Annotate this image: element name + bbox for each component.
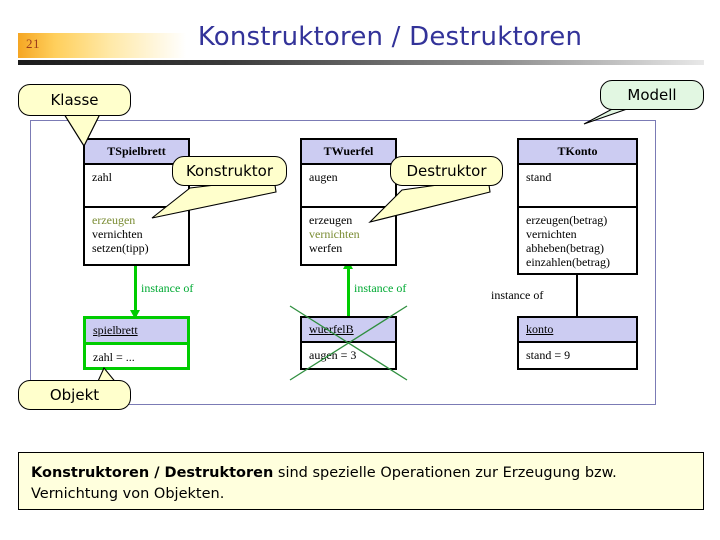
- operation-item: vernichten: [92, 227, 143, 242]
- class-name-tkonto: TKonto: [519, 140, 636, 165]
- operation-item: einzahlen(betrag): [526, 255, 610, 270]
- operation-item: vernichten: [526, 227, 577, 242]
- callout-klasse-label: Klasse: [50, 91, 99, 109]
- object-box-konto[interactable]: konto stand = 9: [517, 316, 638, 370]
- callout-klasse: Klasse: [18, 84, 131, 116]
- callout-objekt: Objekt: [18, 380, 131, 410]
- callout-modell-label: Modell: [627, 86, 677, 104]
- operation-item: abheben(betrag): [526, 241, 604, 256]
- object-name-spielbrett: spielbrett: [86, 319, 187, 345]
- class-attributes-tkonto: stand: [519, 165, 636, 208]
- operation-item: werfen: [309, 241, 343, 256]
- slide-number: 21: [26, 36, 40, 51]
- delete-cross-icon: [289, 305, 408, 381]
- class-name-twuerfel: TWuerfel: [302, 140, 395, 165]
- object-name-konto: konto: [519, 318, 636, 343]
- instance-connector-konto: [576, 275, 578, 316]
- summary-note-bold: Konstruktoren / Destruktoren: [31, 465, 274, 481]
- object-box-spielbrett[interactable]: spielbrett zahl = ...: [83, 316, 190, 370]
- instance-connector-spielbrett: [134, 266, 137, 316]
- class-box-tkonto[interactable]: TKonto stand erzeugen(betrag) vernichten…: [517, 138, 638, 275]
- callout-konstruktor-label: Konstruktor: [185, 162, 274, 180]
- callout-destruktor: Destruktor: [390, 156, 503, 186]
- instance-label-spielbrett: instance of: [141, 281, 194, 295]
- callout-modell: Modell: [600, 80, 704, 110]
- callout-objekt-label: Objekt: [49, 386, 100, 404]
- operation-item: erzeugen(betrag): [526, 213, 608, 227]
- slide-canvas: 21 Konstruktoren / Destruktoren Klasse M…: [0, 0, 720, 540]
- summary-note: Konstruktoren / Destruktoren sind spezie…: [18, 452, 704, 510]
- instance-label-konto: instance of: [491, 288, 544, 302]
- class-operations-tkonto: erzeugen(betrag) vernichten abheben(betr…: [519, 208, 636, 275]
- object-value-konto: stand = 9: [526, 348, 571, 362]
- callout-konstruktor: Konstruktor: [172, 156, 287, 186]
- callout-destruktor-label: Destruktor: [406, 162, 487, 180]
- instance-label-wuerfelb: instance of: [354, 281, 407, 295]
- header-divider: [18, 60, 704, 65]
- page-title: Konstruktoren / Destruktoren: [197, 22, 583, 52]
- callout-klasse-tail: [62, 112, 101, 148]
- operation-item: vernichten: [309, 227, 360, 242]
- operation-item: setzen(tipp): [92, 241, 149, 256]
- attribute-item: stand: [526, 170, 552, 184]
